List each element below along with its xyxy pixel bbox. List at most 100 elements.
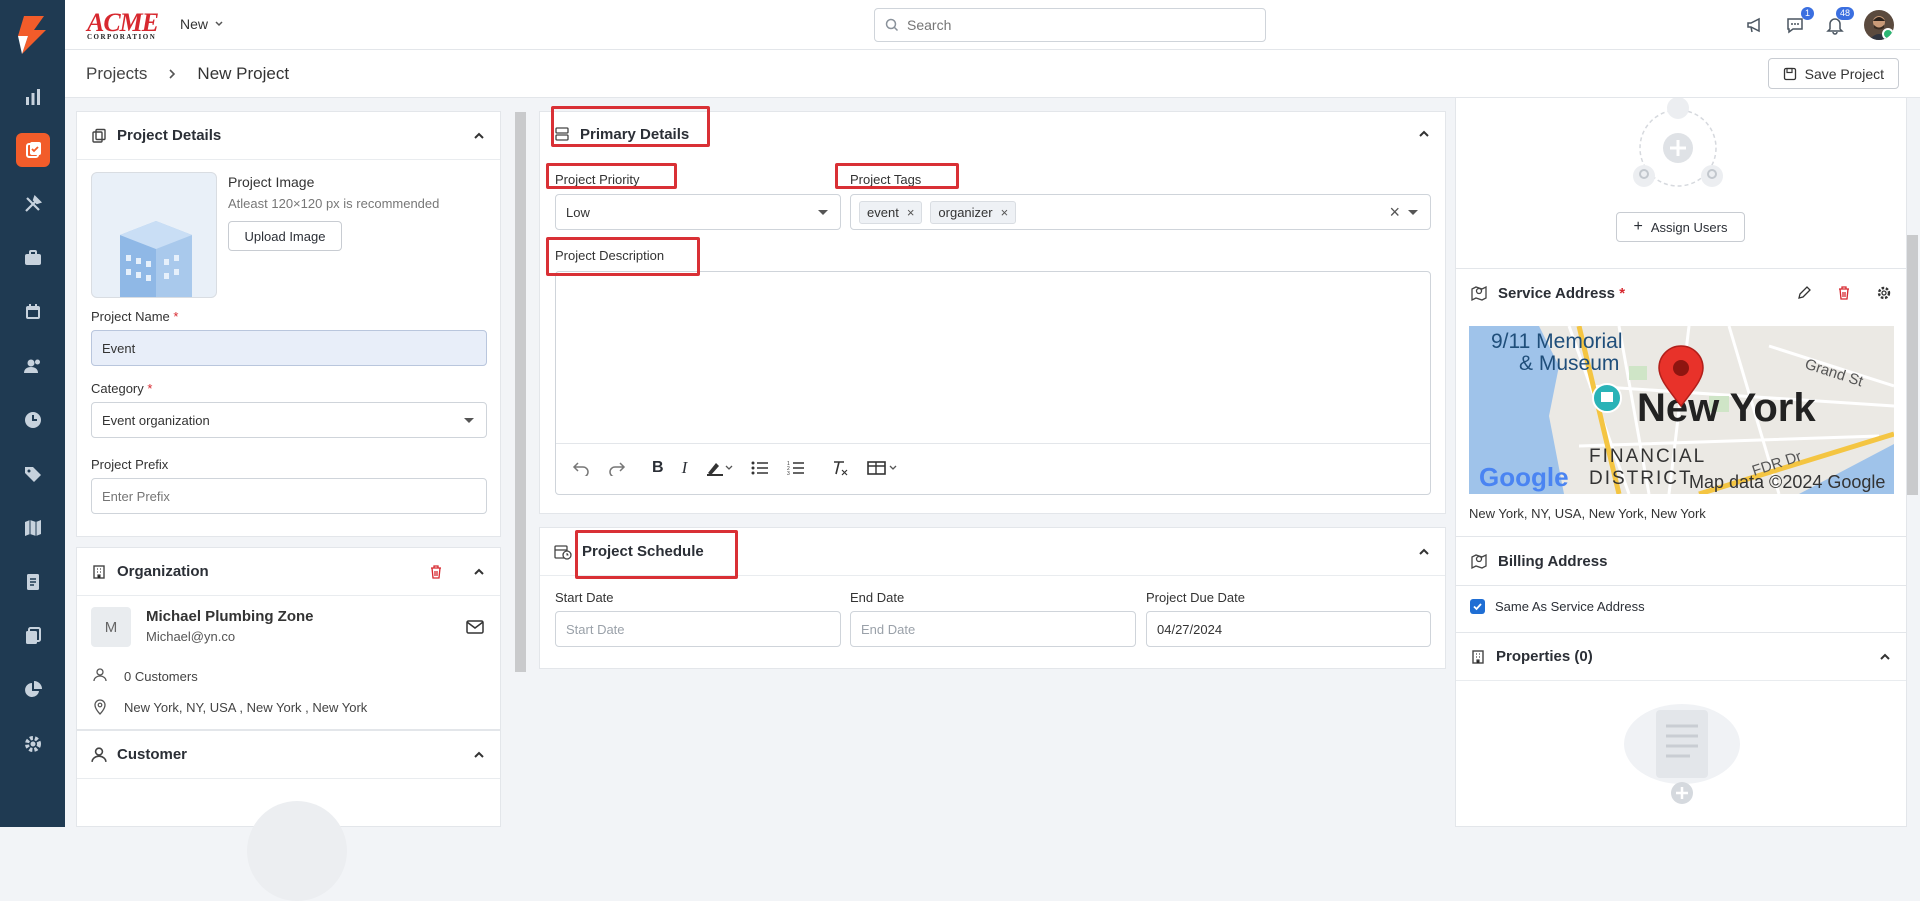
chevron-up-icon[interactable] (472, 748, 486, 762)
highlight-primary-details (551, 106, 710, 147)
highlight-project-schedule (575, 530, 738, 579)
project-priority-select[interactable]: Low (555, 194, 841, 230)
map-pin-outline-icon (1471, 553, 1487, 570)
documents-icon[interactable] (16, 619, 50, 653)
empty-properties-illustration (1624, 704, 1740, 804)
building-icon (120, 221, 192, 297)
highlight-project-tags (835, 163, 959, 189)
properties-header[interactable]: Properties (0) (1456, 633, 1906, 681)
clear-tags-button[interactable]: × (1389, 202, 1400, 223)
breadcrumb-projects-link[interactable]: Projects (86, 64, 147, 84)
trash-icon[interactable] (1836, 285, 1852, 301)
settings-icon[interactable] (16, 727, 50, 761)
chevron-up-icon[interactable] (1417, 127, 1431, 141)
map-label-financial: FINANCIAL (1589, 446, 1706, 467)
messages-icon[interactable]: 1 (1784, 7, 1814, 36)
chevron-up-icon[interactable] (1417, 545, 1431, 559)
end-date-field[interactable]: End Date (850, 611, 1136, 647)
save-project-label: Save Project (1804, 65, 1884, 82)
breadcrumb: Projects New Project (86, 64, 289, 84)
save-icon (1783, 67, 1796, 80)
checkbox-checked[interactable] (1470, 599, 1485, 614)
right-scrollbar[interactable] (1907, 235, 1918, 495)
project-tags-select[interactable]: event × organizer × × (850, 194, 1431, 230)
numbered-list-icon[interactable]: 123 (787, 460, 805, 476)
project-image-placeholder[interactable] (91, 172, 217, 298)
gear-icon[interactable] (1876, 285, 1892, 301)
organization-header[interactable]: Organization (77, 548, 500, 596)
italic-icon[interactable]: I (682, 458, 688, 478)
organization-title: Organization (117, 563, 209, 580)
search-icon (885, 18, 899, 32)
project-image-hint: Atleast 120×120 px is recommended (228, 196, 440, 211)
tag-remove-button[interactable]: × (907, 205, 915, 220)
bold-icon[interactable]: B (652, 459, 664, 477)
save-project-button[interactable]: Save Project (1767, 58, 1899, 89)
projects-icon[interactable] (16, 133, 50, 167)
person-icon (93, 668, 107, 682)
map-copyright: Map data ©2024 Google (1689, 472, 1885, 492)
table-icon[interactable] (867, 460, 899, 476)
clear-format-icon[interactable] (831, 460, 849, 476)
highlight-icon[interactable] (705, 460, 733, 476)
redo-icon[interactable] (608, 460, 626, 476)
bullet-list-icon[interactable] (751, 460, 769, 476)
upload-image-button[interactable]: Upload Image (228, 221, 342, 251)
mail-icon[interactable] (466, 620, 484, 634)
organization-name[interactable]: Michael Plumbing Zone (146, 608, 314, 625)
announcement-icon[interactable] (1744, 14, 1766, 36)
due-date-field[interactable]: 04/27/2024 (1146, 611, 1431, 647)
map-label-city: New York (1637, 386, 1816, 430)
user-avatar[interactable] (1864, 10, 1894, 40)
organization-email: Michael@yn.co (146, 629, 236, 644)
tag-chip: organizer × (930, 200, 1017, 224)
project-details-header[interactable]: Project Details (77, 112, 500, 160)
map-pin-outline-icon (1471, 285, 1487, 302)
tag-remove-button[interactable]: × (1001, 205, 1009, 220)
category-select[interactable]: Event organization (91, 402, 487, 438)
customer-header[interactable]: Customer (77, 731, 500, 779)
undo-icon[interactable] (572, 460, 590, 476)
briefcase-icon[interactable] (16, 241, 50, 275)
same-as-service-label: Same As Service Address (1495, 599, 1645, 614)
highlight-project-priority (546, 163, 677, 189)
dashboard-icon[interactable] (16, 80, 50, 114)
project-name-field[interactable]: Event (91, 330, 487, 366)
project-prefix-field[interactable] (91, 478, 487, 514)
organization-avatar: M (91, 607, 131, 647)
customer-placeholder-circle (247, 801, 347, 901)
same-as-service-checkbox-row[interactable]: Same As Service Address (1470, 599, 1645, 614)
left-scrollbar[interactable] (515, 112, 526, 672)
company-logo[interactable]: ACME CORPORATION (87, 10, 159, 41)
new-menu-button[interactable]: New (180, 16, 224, 32)
tag-icon[interactable] (16, 457, 50, 491)
chevron-up-icon[interactable] (472, 129, 486, 143)
editor-text-area[interactable] (556, 272, 1430, 444)
app-logo-icon[interactable] (14, 14, 50, 56)
messages-badge: 1 (1800, 7, 1814, 20)
users-icon[interactable] (16, 349, 50, 383)
customer-card: Customer (76, 730, 501, 901)
trash-icon[interactable] (428, 564, 444, 580)
right-panel: + Assign Users Service Address * 9/11 Me… (1455, 98, 1907, 827)
location-pin-icon (94, 699, 106, 715)
tools-icon[interactable] (16, 187, 50, 221)
map-icon[interactable] (16, 511, 50, 545)
edit-pencil-icon[interactable] (1796, 285, 1812, 301)
search-box[interactable] (874, 8, 1266, 42)
top-bar: ACME CORPORATION New 1 48 (65, 0, 1920, 50)
assign-users-button[interactable]: + Assign Users (1616, 212, 1745, 242)
project-name-label: Project Name * (91, 309, 179, 324)
reports-pie-icon[interactable] (16, 673, 50, 707)
project-prefix-input[interactable] (102, 488, 476, 504)
organization-card: Organization M Michael Plumbing Zone Mic… (76, 547, 501, 730)
chevron-up-icon[interactable] (472, 565, 486, 579)
calendar-icon[interactable] (16, 295, 50, 329)
notifications-bell-icon[interactable]: 48 (1824, 7, 1854, 36)
chevron-up-icon[interactable] (1878, 650, 1892, 664)
service-address-map[interactable]: 9/11 Memorial & Museum Grand St New York… (1469, 326, 1894, 494)
clock-icon[interactable] (16, 403, 50, 437)
search-input[interactable] (907, 17, 1227, 33)
start-date-field[interactable]: Start Date (555, 611, 841, 647)
invoice-icon[interactable] (16, 565, 50, 599)
